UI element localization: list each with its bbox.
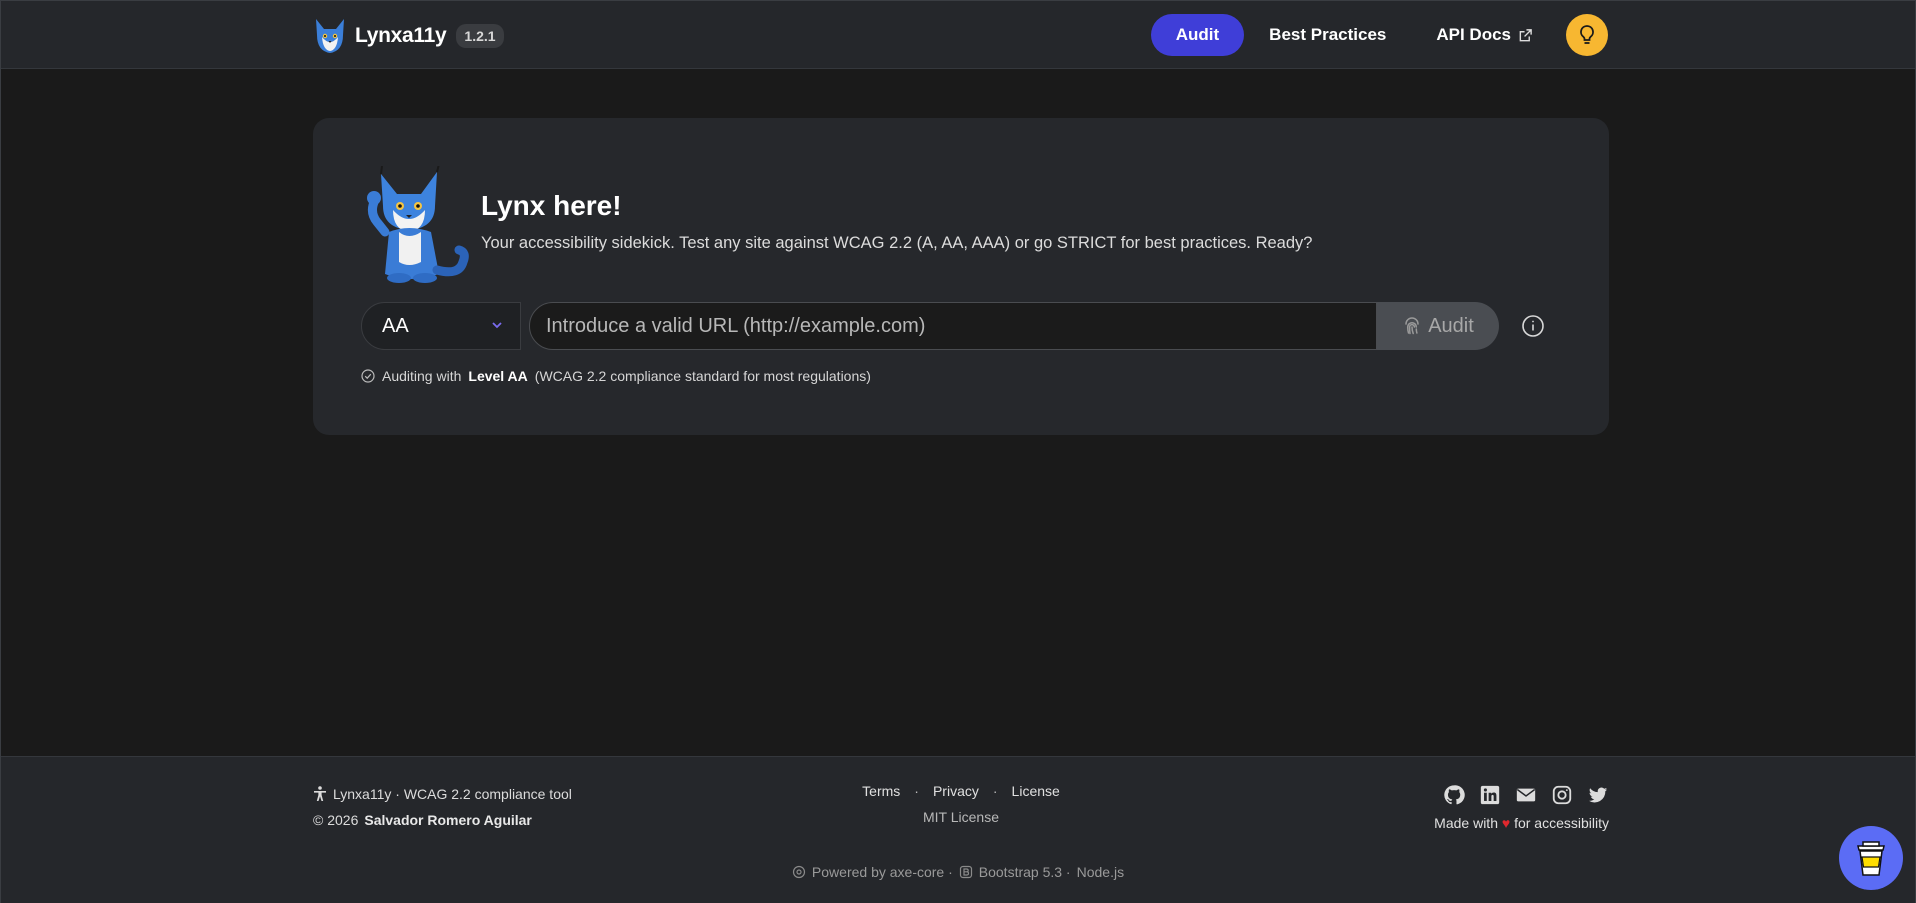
powered-node: Node.js (1076, 864, 1125, 880)
footer-copyright: © 2026 (313, 812, 359, 828)
lynx-mascot-icon (367, 166, 469, 283)
audit-submit-label: Audit (1428, 314, 1474, 337)
twitter-icon[interactable] (1587, 784, 1609, 806)
check-circle-icon (361, 369, 375, 383)
audit-card: Lynx here! Your accessibility sidekick. … (313, 118, 1609, 435)
info-icon[interactable] (1521, 314, 1545, 338)
powered-axe: Powered by axe-core · (811, 864, 953, 880)
heart-icon: ♥ (1501, 815, 1511, 831)
brand[interactable]: Lynxa11y 1.2.1 (313, 17, 504, 55)
made-prefix: Made with (1434, 815, 1498, 831)
footer-author: Salvador Romero Aguilar (364, 812, 532, 828)
hero-title: Lynx here! (481, 190, 622, 221)
navbar: Lynxa11y 1.2.1 Audit Best Practices API … (1, 1, 1915, 69)
nav-link-api-docs[interactable]: API Docs (1411, 14, 1558, 56)
wcag-level-select[interactable]: AA (361, 302, 521, 350)
footer-link-license[interactable]: License (1012, 783, 1060, 799)
compliance-note-level: Level AA (468, 368, 528, 384)
nav-link-best-practices[interactable]: Best Practices (1244, 14, 1411, 56)
nav-link-audit[interactable]: Audit (1150, 14, 1245, 56)
chevron-down-icon (492, 322, 502, 329)
buy-me-a-coffee-button[interactable] (1839, 826, 1903, 890)
lightbulb-icon (1580, 25, 1594, 44)
footer: Lynxa11y · WCAG 2.2 compliance tool © 20… (1, 756, 1915, 903)
coffee-cup-icon (1857, 841, 1885, 876)
email-icon[interactable] (1515, 784, 1537, 806)
linkedin-icon[interactable] (1479, 784, 1501, 806)
brand-name: Lynxa11y (355, 24, 447, 47)
wcag-level-value: AA (382, 314, 409, 337)
nav-link-api-docs-label: API Docs (1436, 25, 1511, 44)
footer-license-text: MIT License (923, 809, 999, 825)
footer-link-privacy[interactable]: Privacy (933, 783, 979, 799)
fingerprint-icon (1405, 317, 1419, 335)
footer-separator: · (914, 783, 919, 799)
made-suffix: for accessibility (1514, 815, 1609, 831)
footer-info: Lynxa11y · WCAG 2.2 compliance tool © 20… (313, 784, 572, 830)
compliance-note-suffix: (WCAG 2.2 compliance standard for most r… (534, 368, 871, 384)
made-with-love: Made with ♥ for accessibility (1434, 815, 1609, 831)
main-nav: Audit Best Practices API Docs (1150, 14, 1608, 56)
accessibility-icon (314, 786, 326, 801)
footer-link-terms[interactable]: Terms (862, 783, 900, 799)
footer-separator: · (992, 783, 998, 799)
hero-subtitle: Your accessibility sidekick. Test any si… (481, 234, 1313, 252)
instagram-icon[interactable] (1551, 784, 1573, 806)
bootstrap-icon (959, 865, 972, 879)
compliance-note-prefix: Auditing with (382, 368, 462, 384)
theme-toggle-button[interactable] (1566, 14, 1608, 56)
axe-core-icon (792, 865, 806, 879)
powered-by: Powered by axe-core · Bootstrap 5.3 · No… (1, 864, 1915, 880)
lynx-logo-icon (316, 19, 344, 53)
footer-tagline: Lynxa11y · WCAG 2.2 compliance tool (333, 786, 572, 802)
footer-links: Terms · Privacy · License MIT License (856, 783, 1066, 825)
url-input[interactable] (529, 302, 1377, 350)
footer-social: Made with ♥ for accessibility (1434, 784, 1609, 831)
compliance-note: Auditing with Level AA (WCAG 2.2 complia… (361, 368, 871, 384)
version-badge: 1.2.1 (456, 24, 504, 48)
external-link-icon (1519, 28, 1532, 41)
powered-bootstrap: Bootstrap 5.3 · (978, 864, 1071, 880)
audit-submit-button[interactable]: Audit (1377, 302, 1499, 350)
github-icon[interactable] (1443, 784, 1465, 806)
